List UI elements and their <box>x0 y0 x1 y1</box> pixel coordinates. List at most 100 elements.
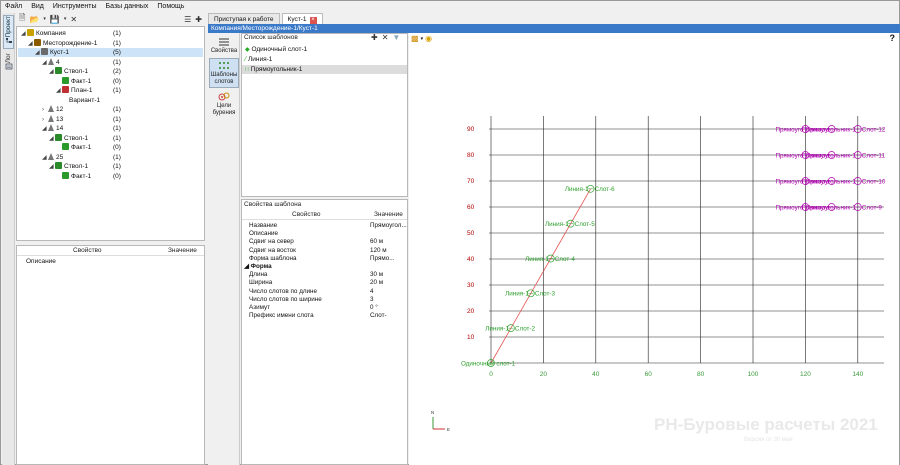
prop-row[interactable]: Префикс имени слота Слот- <box>242 312 407 320</box>
plan-icon <box>62 86 69 93</box>
watermark-title: РН-Буровые расчеты 2021 <box>654 415 878 434</box>
x-tick-label: 20 <box>540 371 548 378</box>
prop-name: Длина <box>249 271 268 279</box>
menu-bar: Файл Вид Инструменты Базы данных Помощь <box>1 1 899 12</box>
tree-item[interactable]: › 13 (1) <box>18 114 203 124</box>
wellbore-icon <box>55 67 62 74</box>
slot-name-label: Слот-2 <box>515 325 536 332</box>
prop-name: Префикс имени слота <box>249 312 314 320</box>
prop-value: 30 м <box>370 271 384 279</box>
template-item[interactable]: ∷ Прямоугольник-1 <box>242 65 407 74</box>
menu-view[interactable]: Вид <box>31 3 44 10</box>
tree-item-label: Ствол-1 <box>64 68 89 75</box>
tree-item-label: Факт-1 <box>71 144 92 151</box>
prop-value: Прямоугол... <box>370 222 407 229</box>
tree-item[interactable]: ◢ Месторождение-1 (1) <box>18 38 203 48</box>
tree-item[interactable]: ◢ 4 (1) <box>18 57 203 67</box>
prop-row[interactable]: Число слотов по длине 4 <box>242 288 407 296</box>
tree-item[interactable]: › 12 (1) <box>18 105 203 114</box>
new-file-icon[interactable]: 🗎 <box>19 12 25 26</box>
tree-item[interactable]: ◢ Ствол-1 (1) <box>18 162 203 171</box>
tab-log-label: Лог <box>5 53 12 64</box>
prop-name: ◢ Форма <box>244 263 272 270</box>
y-tick-label: 70 <box>467 178 475 185</box>
slot-name-label: Слот-5 <box>575 221 596 228</box>
save-icon[interactable]: 💾 <box>50 15 60 24</box>
well-icon <box>48 105 54 112</box>
tree-item[interactable]: ◢ Куст-1 (5) <box>18 48 203 57</box>
tab-log[interactable]: Лог <box>3 53 14 79</box>
drilling-targets-button[interactable]: Цели бурения <box>209 90 239 120</box>
field-icon <box>34 38 41 46</box>
slot-label: Линия-1 <box>505 291 529 298</box>
prop-row[interactable]: Длина 30 м <box>242 271 407 279</box>
tree-item-count: (0) <box>113 144 121 151</box>
tree-item[interactable]: Вариант-1 <box>18 96 203 105</box>
slot-layout-canvas[interactable]: ▩ ▾ ◉ ? 0 20 40 60 80 100 120 140 10 20 30 40 50 60 70… <box>409 33 899 465</box>
left-properties-panel: Свойство Значение Описание <box>16 245 205 465</box>
prop-value: 3 <box>370 295 374 303</box>
prop-row[interactable]: Название Прямоугол... <box>242 222 407 230</box>
tab-getting-started-label: Приступая к работе <box>214 16 274 23</box>
delete-template-icon[interactable]: ✕ <box>382 33 389 42</box>
template-props-title: Свойства шаблона <box>244 201 302 208</box>
y-tick-label: 30 <box>467 282 475 289</box>
tree-item-count: (1) <box>113 115 121 123</box>
prop-row[interactable]: Сдвиг на восток 120 м <box>242 247 407 255</box>
tree-item[interactable]: ◢ Ствол-1 (2) <box>18 67 203 76</box>
tree-item[interactable]: Факт-1 (0) <box>18 76 203 86</box>
prop-row[interactable]: Число слотов по ширине 3 <box>242 296 407 304</box>
tree-item-count: (1) <box>113 106 121 113</box>
close-tab-icon[interactable]: × <box>309 17 317 24</box>
dropdown-arrow-icon[interactable]: ▾ <box>43 16 46 22</box>
prop-row[interactable]: Азимут 0 ° <box>242 304 407 312</box>
slot-label: Прямоуго <box>775 204 803 211</box>
tree-item[interactable]: ◢ Компания (1) <box>18 29 203 38</box>
tab-pad[interactable]: Куст-1 × <box>281 13 323 24</box>
tree-item[interactable]: Факт-1 (0) <box>18 171 203 181</box>
list-view-icon[interactable]: ☰ <box>184 15 191 24</box>
dropdown-arrow-icon[interactable]: ▾ <box>64 16 67 22</box>
prop-row[interactable]: Ширина 20 м <box>242 279 407 287</box>
tree-item-label: План-1 <box>71 87 93 94</box>
delete-icon[interactable]: ✕ <box>70 15 77 24</box>
tree-item-label: Ствол-1 <box>64 163 89 170</box>
tree-item-label: 12 <box>56 106 64 113</box>
prop-row[interactable]: Сдвиг на север 60 м <box>242 238 407 246</box>
tree-item-count: (1) <box>113 58 121 66</box>
properties-button[interactable]: Свойства <box>209 35 239 57</box>
template-item[interactable]: ∕ Линия-1 <box>242 55 407 64</box>
slot-label: Линия-1 <box>525 256 549 263</box>
menu-help[interactable]: Помощь <box>157 3 184 10</box>
tab-project[interactable]: Проект <box>3 15 14 49</box>
fact-icon <box>62 76 69 84</box>
tree-item-label: Ствол-1 <box>64 134 89 142</box>
template-item[interactable]: ◆ Одиночный слот-1 <box>242 45 407 54</box>
prop-row[interactable]: Описание <box>242 230 407 238</box>
filter-icon[interactable]: ▼ <box>392 33 400 42</box>
tree-item[interactable]: ◢ 14 (1) <box>18 124 203 133</box>
add-node-icon[interactable]: ✚ <box>195 15 202 24</box>
prop-group-row[interactable]: ◢ Форма <box>242 263 407 271</box>
tree-item[interactable]: Факт-1 (0) <box>18 143 203 152</box>
col-property-label: Свойство <box>73 247 102 254</box>
add-template-icon[interactable]: ✚ <box>371 33 378 42</box>
prop-name: Число слотов по ширине <box>249 295 322 303</box>
prop-value: 120 м <box>370 246 387 254</box>
slot-templates-button[interactable]: Шаблоны слотов <box>209 58 239 88</box>
y-tick-label: 10 <box>467 334 475 341</box>
slot-label: Прямоугольник-1 <box>806 178 857 185</box>
menu-file[interactable]: Файл <box>5 3 22 10</box>
prop-row[interactable]: Форма шаблона Прямо... <box>242 255 407 263</box>
menu-tools[interactable]: Инструменты <box>53 3 97 10</box>
tree-item-label: Вариант-1 <box>69 96 101 104</box>
slot-label: Прямоугольник-1 <box>806 152 857 159</box>
tree-item[interactable]: ◢ Ствол-1 (1) <box>18 133 203 143</box>
slot-label: Прямоугольник-1 <box>806 204 857 211</box>
tab-getting-started[interactable]: Приступая к работе <box>208 13 280 24</box>
tree-item[interactable]: ◢ 25 (1) <box>18 152 203 162</box>
menu-databases[interactable]: Базы данных <box>106 3 149 10</box>
open-folder-icon[interactable]: 📂 <box>29 15 39 24</box>
tree-item[interactable]: ◢ План-1 (1) <box>18 86 203 95</box>
tree-item-label: Факт-1 <box>71 77 92 85</box>
